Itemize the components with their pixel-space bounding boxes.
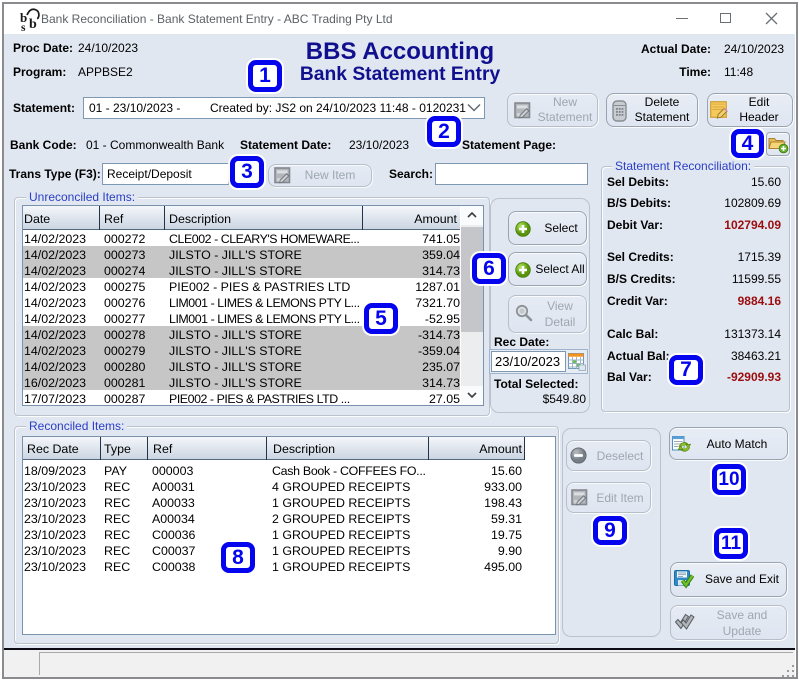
- svg-text:s: s: [21, 22, 26, 32]
- svg-text:b: b: [29, 17, 37, 32]
